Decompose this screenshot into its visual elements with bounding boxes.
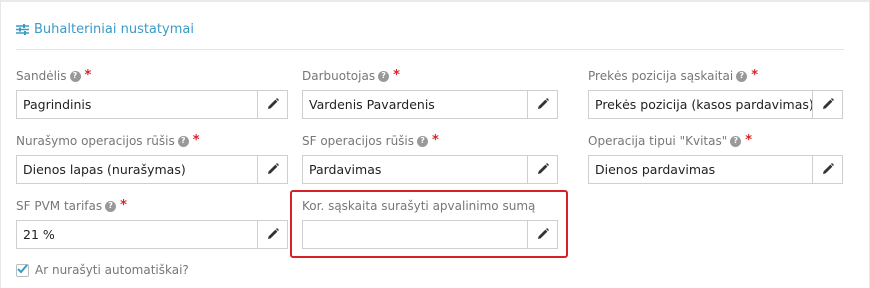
field-employee: Darbuotojas ? * Vardenis Pavardenis: [302, 68, 558, 119]
field-label: Sandėlis: [16, 69, 67, 83]
help-icon[interactable]: ?: [177, 135, 189, 147]
employee-input[interactable]: Vardenis Pavardenis: [302, 90, 527, 119]
help-icon[interactable]: ?: [736, 70, 748, 82]
field-label: Darbuotojas: [302, 69, 376, 83]
pencil-icon: [822, 95, 834, 114]
panel-left-border: [0, 0, 1, 288]
help-icon[interactable]: ?: [417, 135, 429, 147]
pencil-icon: [267, 225, 279, 244]
field-writeoff-operation: Nurašymo operacijos rūšis ? * Dienos lap…: [16, 133, 288, 184]
field-vat-rate: SF PVM tarifas ? * 21 %: [16, 198, 288, 249]
edit-button[interactable]: [812, 155, 843, 184]
checkmark-icon: [17, 263, 28, 277]
auto-writeoff-label: Ar nurašyti automatiškai?: [35, 263, 189, 277]
field-warehouse: Sandėlis ? * Pagrindinis: [16, 68, 288, 119]
section-divider: [16, 49, 844, 50]
auto-writeoff-checkbox[interactable]: [16, 263, 29, 277]
help-icon[interactable]: ?: [378, 70, 390, 82]
edit-button[interactable]: [257, 220, 288, 249]
pencil-icon: [537, 95, 549, 114]
field-label: Prekės pozicija sąskaitai: [588, 69, 734, 83]
help-icon[interactable]: ?: [730, 135, 742, 147]
auto-writeoff-row: Ar nurašyti automatiškai?: [16, 263, 189, 277]
pencil-icon: [267, 95, 279, 114]
field-invoice-item: Prekės pozicija sąskaitai ? * Prekės poz…: [588, 68, 843, 119]
panel-top-border: [0, 0, 870, 2]
required-asterisk: *: [84, 68, 92, 83]
sf-operation-input[interactable]: Pardavimas: [302, 155, 527, 184]
help-icon[interactable]: ?: [69, 70, 81, 82]
field-receipt-operation: Operacija tipui "Kvitas" ? * Dienos pard…: [588, 133, 843, 184]
warehouse-input[interactable]: Pagrindinis: [16, 90, 257, 119]
edit-button[interactable]: [812, 90, 843, 119]
edit-button[interactable]: [527, 155, 558, 184]
vat-rate-input[interactable]: 21 %: [16, 220, 257, 249]
edit-button[interactable]: [527, 90, 558, 119]
field-label: SF operacijos rūšis: [302, 134, 415, 148]
required-asterisk: *: [432, 133, 439, 148]
required-asterisk: *: [192, 133, 200, 148]
section-title: Buhalteriniai nustatymai: [34, 22, 194, 37]
required-asterisk: *: [393, 68, 400, 83]
invoice-item-input[interactable]: Prekės pozicija (kasos pardavimas): [588, 90, 812, 119]
field-sf-operation: SF operacijos rūšis ? * Pardavimas: [302, 133, 558, 184]
edit-button[interactable]: [257, 155, 288, 184]
field-label: Operacija tipui "Kvitas": [588, 134, 728, 148]
section-header: Buhalteriniai nustatymai: [16, 22, 194, 37]
help-icon[interactable]: ?: [105, 200, 117, 212]
sliders-icon: [16, 24, 29, 35]
receipt-operation-input[interactable]: Dienos pardavimas: [588, 155, 812, 184]
pencil-icon: [822, 160, 834, 179]
edit-button[interactable]: [257, 90, 288, 119]
pencil-icon: [537, 160, 549, 179]
writeoff-operation-input[interactable]: Dienos lapas (nurašymas): [16, 155, 257, 184]
field-label: Nurašymo operacijos rūšis: [16, 134, 175, 148]
required-asterisk: *: [751, 68, 758, 83]
pencil-icon: [267, 160, 279, 179]
required-asterisk: *: [745, 133, 753, 148]
field-label: SF PVM tarifas: [16, 199, 103, 213]
required-asterisk: *: [120, 198, 127, 213]
highlight-box: [290, 190, 568, 258]
